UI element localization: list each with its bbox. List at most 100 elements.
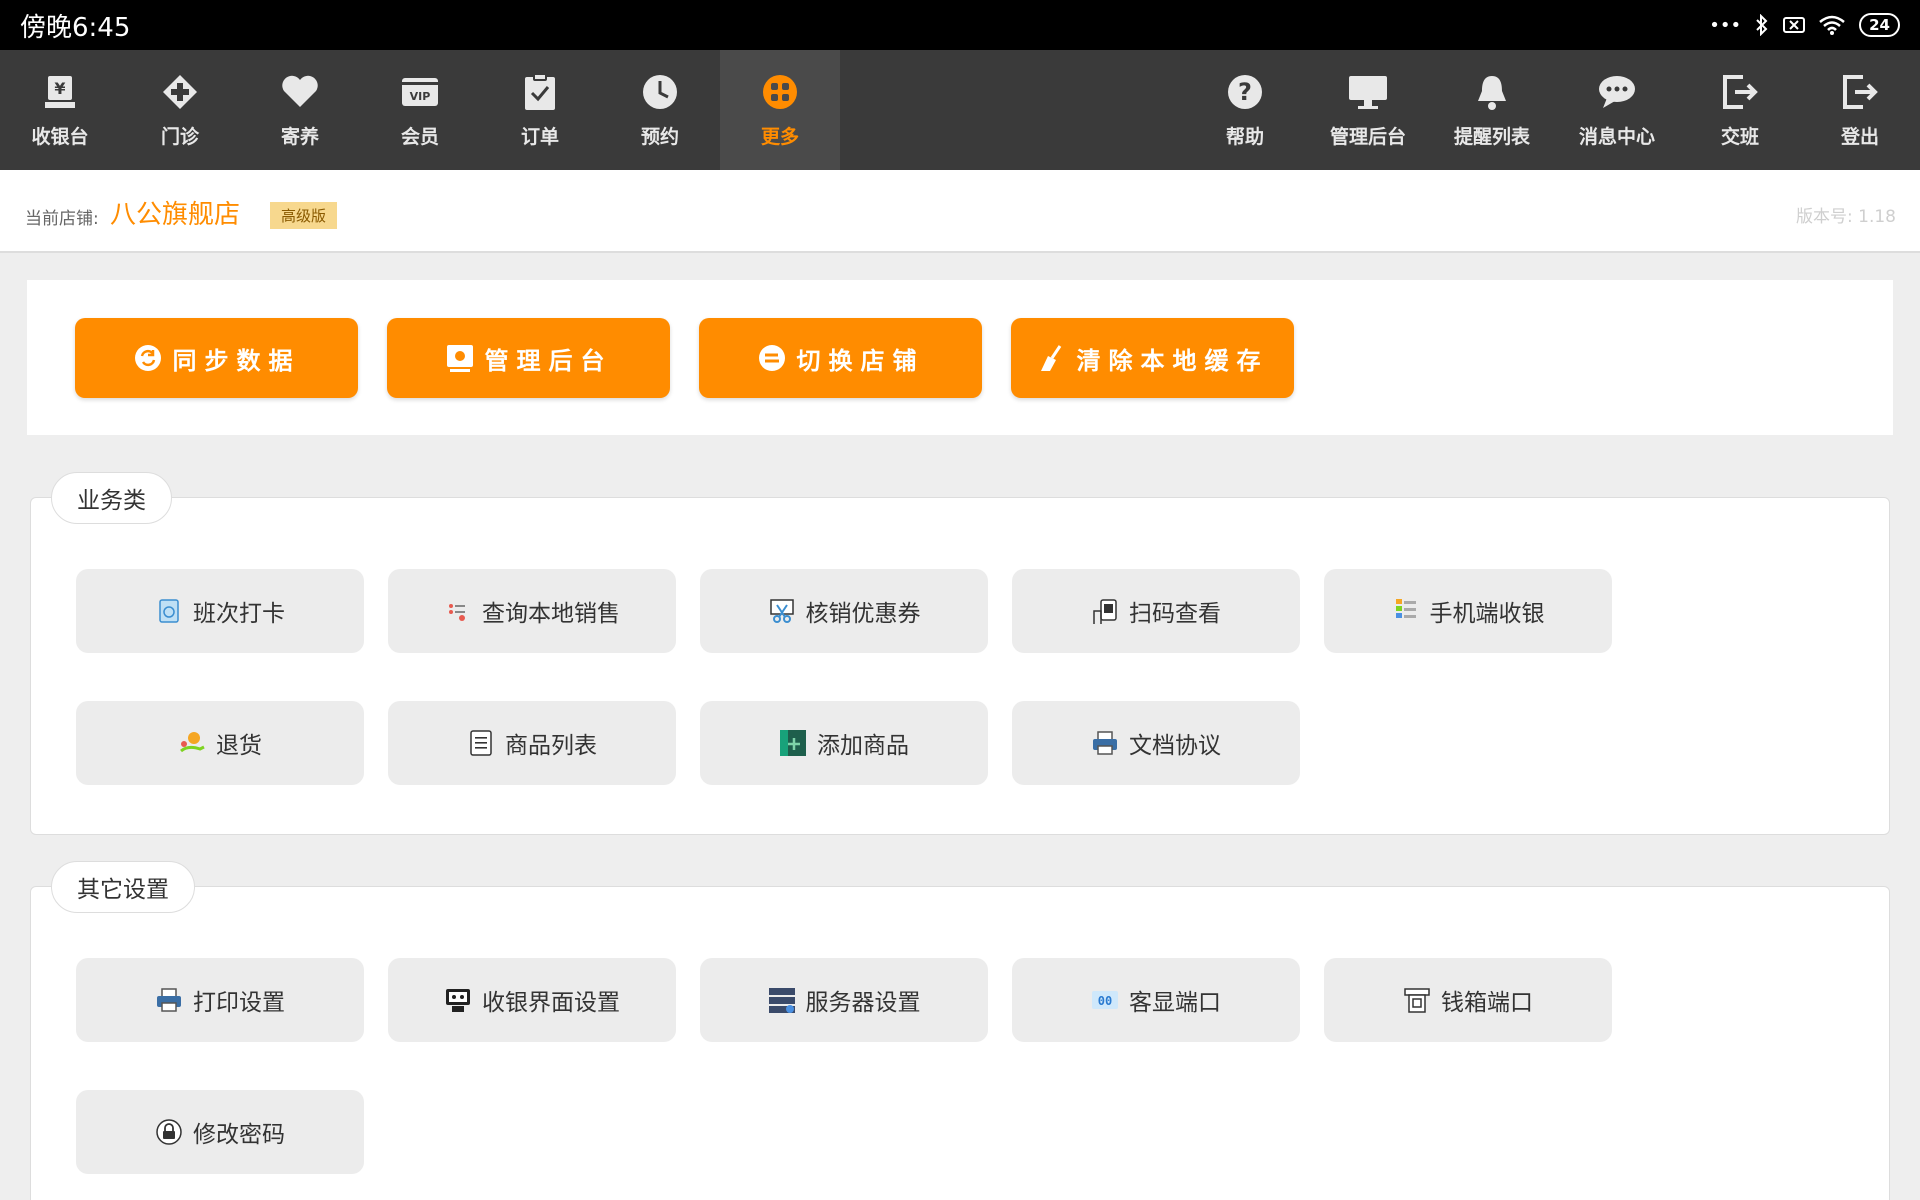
switch-store-button[interactable]: 切换店铺 [699, 318, 982, 398]
store-bar: 当前店铺: 八公旗舰店 高级版 版本号: 1.18 [0, 170, 1920, 253]
bell-icon [1472, 72, 1512, 112]
document-printer-icon [1091, 729, 1119, 757]
button-label: 管理后台 [484, 346, 613, 375]
action-panel: 同步数据 管理后台 切换店铺 清除本地缓存 [27, 280, 1893, 435]
clear-cache-button[interactable]: 清除本地缓存 [1011, 318, 1294, 398]
nav-item-more[interactable]: 更多 [720, 50, 840, 170]
broom-icon [1037, 343, 1067, 373]
cashier-ui-settings-tile[interactable]: 收银界面设置 [388, 958, 676, 1042]
cashier-ui-icon [444, 986, 472, 1014]
scan-view-tile[interactable]: 扫码查看 [1012, 569, 1300, 653]
chat-icon [1597, 72, 1637, 112]
nav-label: 订单 [520, 125, 559, 148]
nav-label: 交班 [1720, 125, 1759, 148]
store-prefix: 当前店铺: [25, 209, 99, 229]
svg-text:00: 00 [1098, 994, 1112, 1008]
logout-icon [1840, 72, 1880, 112]
monitor-icon [1348, 72, 1388, 112]
cash-drawer-port-tile[interactable]: 钱箱端口 [1324, 958, 1612, 1042]
battery-indicator: 24 [1859, 13, 1900, 37]
nav-label: 提醒列表 [1453, 125, 1530, 148]
admin-board-icon [445, 343, 475, 373]
redeem-coupon-tile[interactable]: 核销优惠券 [700, 569, 988, 653]
nav-item-messages[interactable]: 消息中心 [1557, 50, 1677, 170]
button-label: 清除本地缓存 [1076, 346, 1269, 375]
documents-tile[interactable]: 文档协议 [1012, 701, 1300, 785]
version-label: 版本号: 1.18 [1796, 207, 1896, 227]
nav-label: 寄养 [280, 125, 319, 148]
tile-label: 核销优惠券 [805, 601, 921, 627]
heart-icon [280, 72, 320, 112]
medical-cross-icon [160, 72, 200, 112]
scan-icon [1091, 597, 1119, 625]
customer-display-port-tile[interactable]: 00 客显端口 [1012, 958, 1300, 1042]
nav-item-boarding[interactable]: 寄养 [240, 50, 360, 170]
cash-drawer-icon [1403, 986, 1431, 1014]
nav-label: 帮助 [1225, 125, 1264, 148]
tile-label: 文档协议 [1129, 733, 1221, 759]
print-settings-tile[interactable]: 打印设置 [76, 958, 364, 1042]
vip-card-icon: VIP [400, 72, 440, 112]
handover-exit-icon [1720, 72, 1760, 112]
shift-clock-icon [155, 597, 183, 625]
change-password-tile[interactable]: 修改密码 [76, 1090, 364, 1174]
nav-item-help[interactable]: ? 帮助 [1185, 50, 1305, 170]
sync-data-button[interactable]: 同步数据 [75, 318, 358, 398]
admin-backend-button[interactable]: 管理后台 [387, 318, 670, 398]
nav-label: 消息中心 [1578, 125, 1655, 148]
nav-label: 更多 [760, 125, 799, 148]
settings-section: 其它设置 打印设置 收银界面设置 服务器设置 00 客显端口 钱箱端口 修改密码 [30, 861, 1890, 1200]
printer-icon [155, 986, 183, 1014]
server-icon [768, 986, 796, 1014]
local-sales-tile[interactable]: 查询本地销售 [388, 569, 676, 653]
lock-password-icon [155, 1118, 183, 1146]
nav-label: 会员 [400, 125, 439, 148]
more-dots-icon: ••• [1709, 14, 1742, 36]
top-nav: ¥ 收银台 门诊 寄养 VIP 会员 订单 预约 更多 ? 帮助 管理后台 提醒… [0, 50, 1920, 170]
tile-label: 手机端收银 [1429, 601, 1545, 627]
system-tray: ••• 24 [1709, 13, 1900, 37]
svg-text:¥: ¥ [54, 79, 65, 98]
button-label: 同步数据 [172, 346, 301, 375]
shift-clock-in-tile[interactable]: 班次打卡 [76, 569, 364, 653]
tile-label: 查询本地销售 [482, 601, 620, 627]
tile-label: 收银界面设置 [482, 990, 620, 1016]
nav-item-member[interactable]: VIP 会员 [360, 50, 480, 170]
nav-label: 预约 [640, 125, 679, 148]
nav-label: 收银台 [31, 125, 89, 148]
nav-item-handover[interactable]: 交班 [1680, 50, 1800, 170]
nav-item-cashier[interactable]: ¥ 收银台 [0, 50, 120, 170]
add-product-icon [779, 729, 807, 757]
no-sim-icon [1783, 17, 1806, 33]
tile-label: 服务器设置 [805, 990, 921, 1016]
more-grid-icon [760, 72, 800, 112]
store-name: 八公旗舰店 [110, 200, 241, 230]
section-title: 其它设置 [51, 861, 195, 913]
tile-label: 班次打卡 [193, 601, 285, 627]
add-product-tile[interactable]: 添加商品 [700, 701, 988, 785]
tile-label: 商品列表 [505, 733, 597, 759]
wifi-icon [1819, 15, 1845, 35]
tile-label: 修改密码 [193, 1122, 285, 1148]
nav-item-reminders[interactable]: 提醒列表 [1432, 50, 1552, 170]
switch-store-icon [757, 343, 787, 373]
svg-text:VIP: VIP [410, 90, 431, 103]
server-settings-tile[interactable]: 服务器设置 [700, 958, 988, 1042]
tile-label: 退货 [216, 733, 262, 759]
nav-item-logout[interactable]: 登出 [1800, 50, 1920, 170]
nav-item-appointment[interactable]: 预约 [600, 50, 720, 170]
nav-label: 管理后台 [1329, 125, 1406, 148]
mobile-cashier-tile[interactable]: 手机端收银 [1324, 569, 1612, 653]
customer-display-icon: 00 [1091, 986, 1119, 1014]
bluetooth-icon [1756, 14, 1768, 36]
product-list-tile[interactable]: 商品列表 [388, 701, 676, 785]
product-list-icon [467, 729, 495, 757]
button-label: 切换店铺 [796, 346, 925, 375]
tile-label: 客显端口 [1129, 990, 1221, 1016]
nav-item-orders[interactable]: 订单 [480, 50, 600, 170]
return-goods-tile[interactable]: 退货 [76, 701, 364, 785]
nav-item-clinic[interactable]: 门诊 [120, 50, 240, 170]
tile-label: 添加商品 [817, 733, 909, 759]
coupon-cut-icon [768, 597, 796, 625]
nav-item-admin[interactable]: 管理后台 [1308, 50, 1428, 170]
